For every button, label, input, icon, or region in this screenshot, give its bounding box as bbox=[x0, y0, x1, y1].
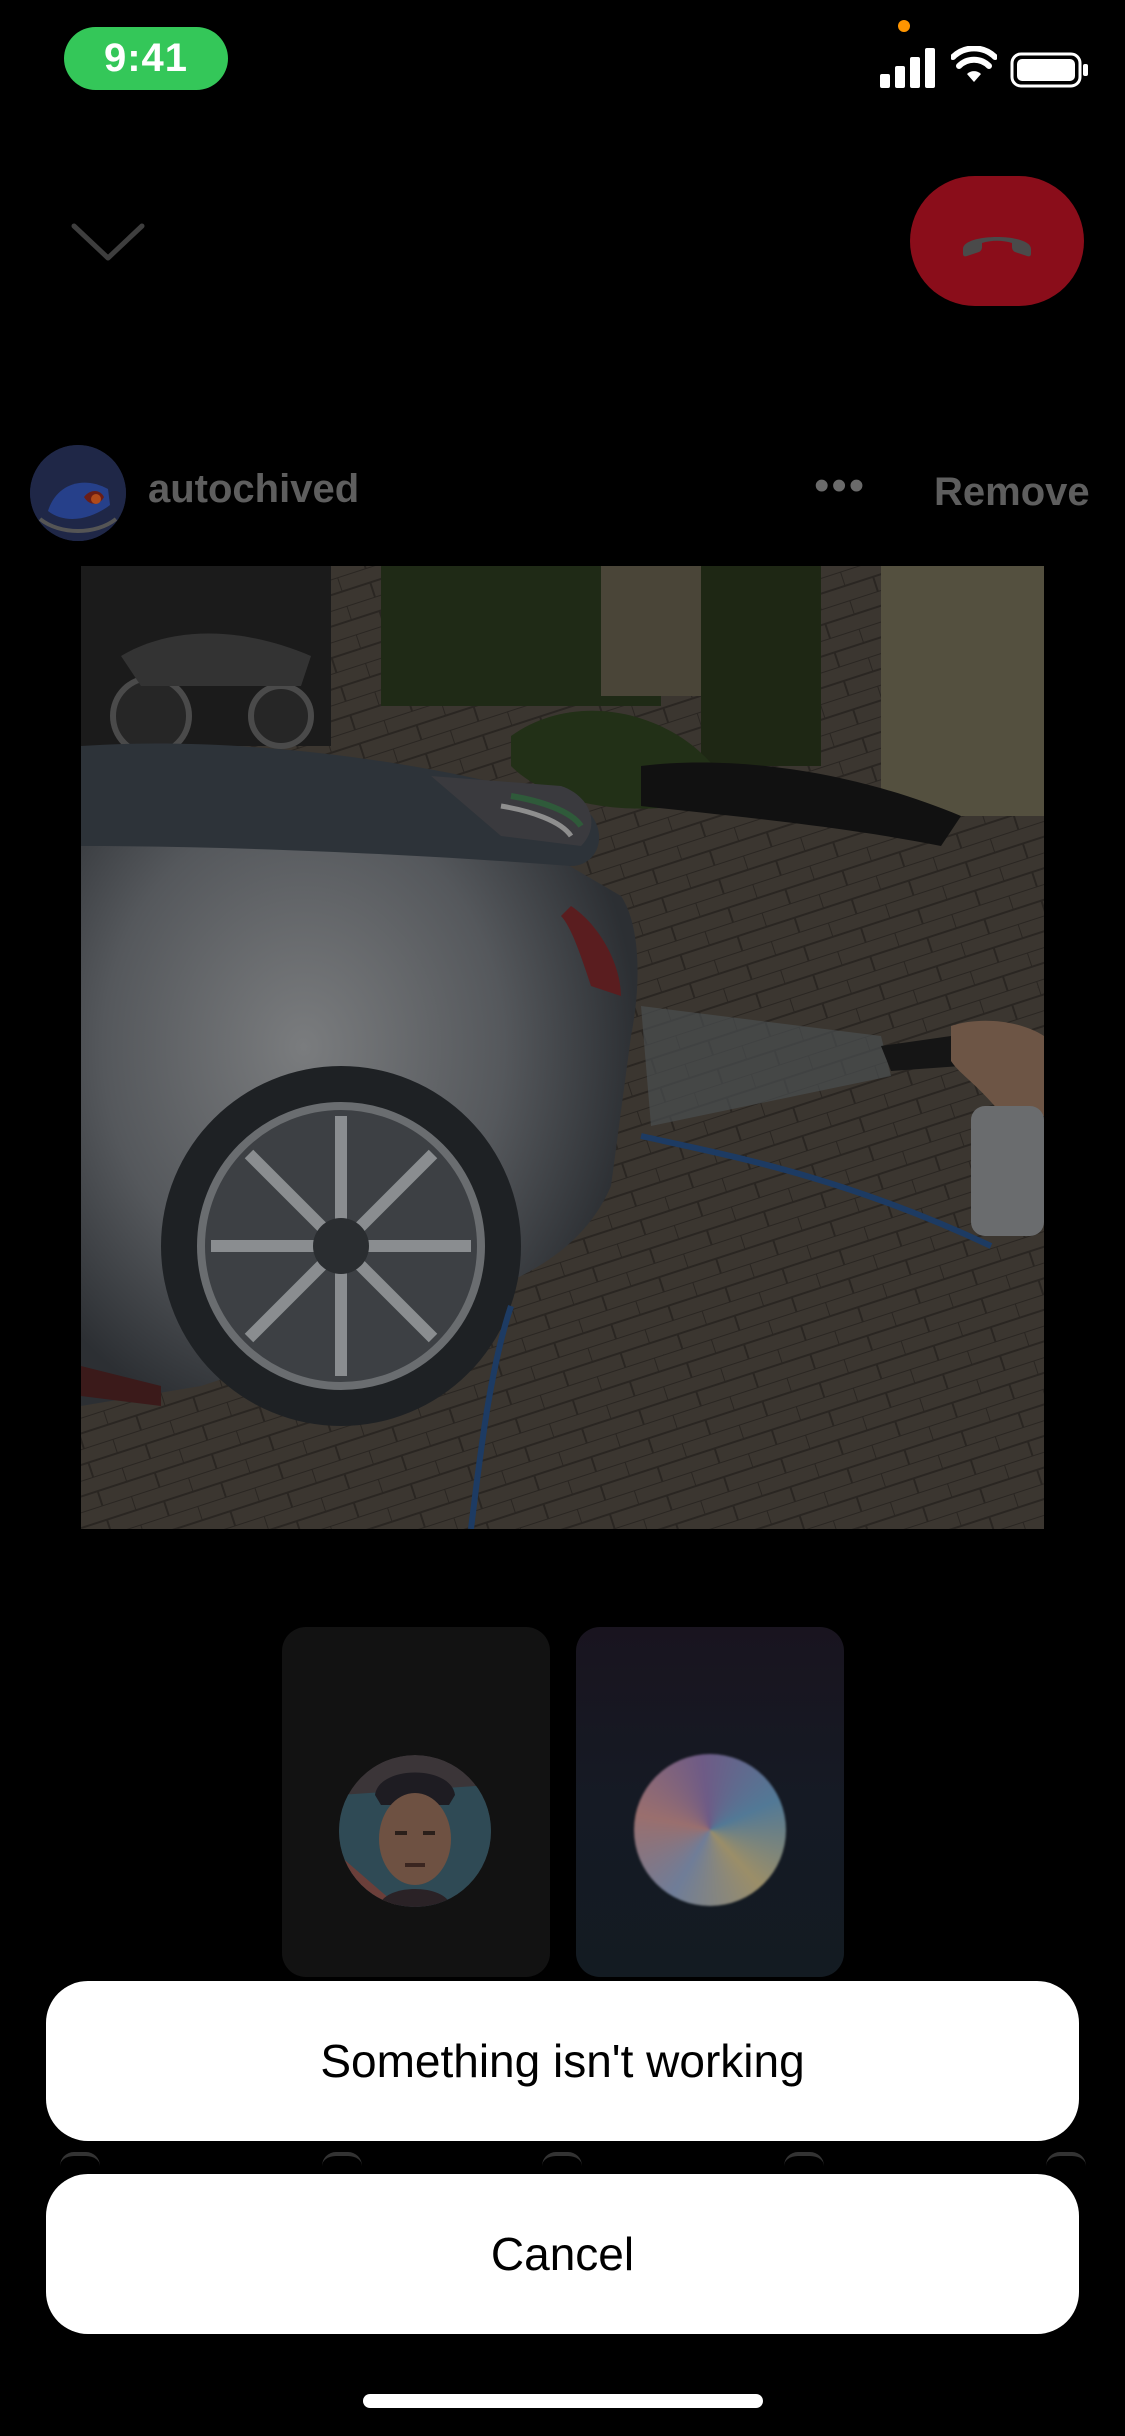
wifi-icon bbox=[951, 46, 997, 82]
something-isnt-working-button[interactable]: Something isn't working bbox=[46, 1981, 1079, 2141]
end-call-button[interactable] bbox=[910, 176, 1084, 306]
cellular-signal-icon bbox=[880, 48, 935, 88]
more-options-icon[interactable]: ••• bbox=[814, 464, 864, 510]
phone-hangup-icon bbox=[963, 237, 1031, 257]
avatar[interactable] bbox=[30, 445, 126, 541]
ai-assistant-orb bbox=[634, 1754, 786, 1906]
battery-icon bbox=[1010, 52, 1088, 88]
post-username[interactable]: autochived bbox=[148, 467, 359, 512]
shared-post-image[interactable] bbox=[81, 566, 1044, 1529]
cancel-button[interactable]: Cancel bbox=[46, 2174, 1079, 2334]
status-time-pill: 9:41 bbox=[64, 27, 228, 90]
mic-in-use-indicator bbox=[898, 20, 910, 32]
remove-button[interactable]: Remove bbox=[934, 470, 1090, 515]
home-indicator[interactable] bbox=[363, 2394, 763, 2408]
chevron-down-icon[interactable] bbox=[70, 218, 146, 268]
participant-avatar bbox=[339, 1755, 491, 1907]
